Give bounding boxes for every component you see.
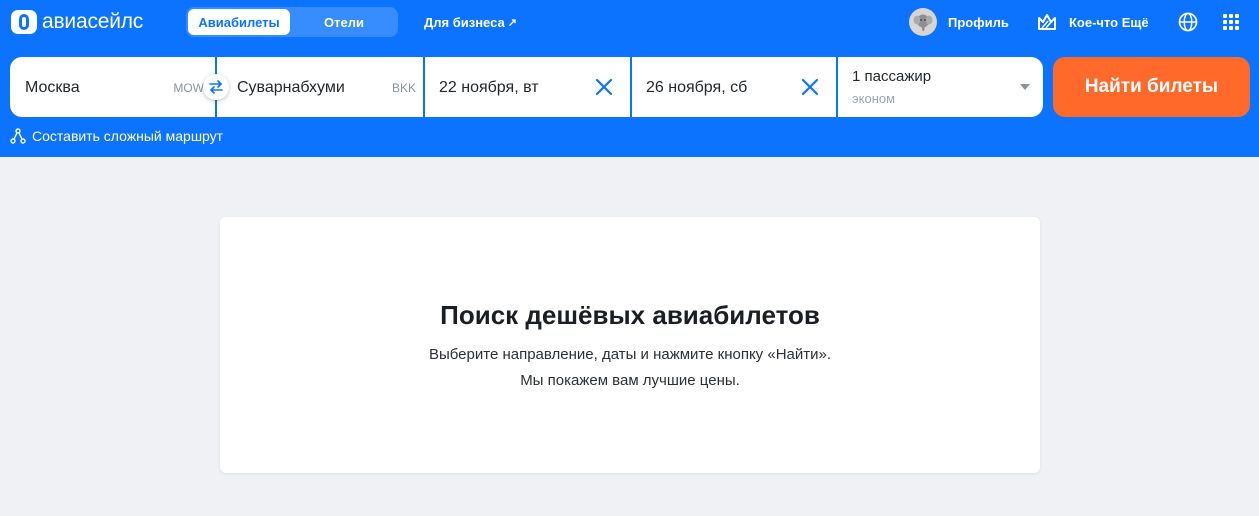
more-icon xyxy=(1038,14,1056,30)
apps-grid-icon[interactable] xyxy=(1223,14,1239,30)
complex-route-link[interactable]: Составить сложный маршрут xyxy=(10,127,223,145)
route-icon xyxy=(10,128,26,144)
globe-icon[interactable] xyxy=(1178,12,1198,32)
business-link[interactable]: Для бизнеса ↗ xyxy=(424,15,517,30)
description-line-2: Мы покажем вам лучшие цены. xyxy=(520,372,740,389)
tab-flights[interactable]: Авиабилеты xyxy=(188,9,290,35)
more-button[interactable]: Кое-что Ещё xyxy=(1037,11,1149,33)
complex-route-label: Составить сложный маршрут xyxy=(32,128,224,144)
search-form: Москва MOW Суварнабхуми BKK 22 ноября, в… xyxy=(10,57,1043,117)
cabin-class-value: эконом xyxy=(852,91,896,106)
logo-icon xyxy=(11,10,37,34)
depart-date-value: 22 ноября, вт xyxy=(439,79,539,96)
logo[interactable]: авиасейлс xyxy=(11,10,143,34)
page-title: Поиск дешёвых авиабилетов xyxy=(440,300,820,330)
chevron-down-icon[interactable] xyxy=(1020,84,1030,90)
search-button[interactable]: Найти билеты xyxy=(1053,57,1250,117)
destination-input[interactable]: Суварнабхуми xyxy=(237,79,345,97)
elephant-icon xyxy=(913,14,933,31)
description-line-1: Выберите направление, даты и нажмите кно… xyxy=(428,346,832,363)
arrow-up-right-icon: ↗ xyxy=(507,17,517,29)
empty-state-card: Поиск дешёвых авиабилетов Выберите напра… xyxy=(220,217,1040,473)
return-date-value: 26 ноября, сб xyxy=(646,79,748,96)
logo-text: авиасейлс xyxy=(42,10,144,33)
tab-hotels[interactable]: Отели xyxy=(292,9,396,35)
swap-icon xyxy=(209,80,223,94)
destination-code: BKK xyxy=(391,81,416,95)
header: авиасейлс Авиабилеты Отели Для бизнеса ↗… xyxy=(0,0,1259,157)
more-label: Кое-что Ещё xyxy=(1069,14,1149,30)
depart-date-field[interactable]: 22 ноября, вт xyxy=(425,57,630,117)
swap-button[interactable] xyxy=(203,74,229,100)
product-tabs: Авиабилеты Отели xyxy=(186,7,398,37)
return-date-field[interactable]: 26 ноября, сб xyxy=(632,57,836,117)
origin-field[interactable]: Москва MOW xyxy=(10,57,215,117)
avatar xyxy=(909,8,937,36)
profile-button[interactable]: Профиль xyxy=(909,8,1009,36)
business-link-label: Для бизнеса xyxy=(424,15,505,30)
clear-depart-icon[interactable] xyxy=(594,77,614,97)
passengers-field[interactable]: 1 пассажир эконом xyxy=(838,57,1043,117)
clear-return-icon[interactable] xyxy=(800,77,820,97)
destination-field[interactable]: Суварнабхуми BKK xyxy=(217,57,423,117)
origin-code: MOW xyxy=(173,81,204,95)
passengers-value: 1 пассажир xyxy=(852,68,932,85)
origin-input[interactable]: Москва xyxy=(25,79,80,97)
profile-label: Профиль xyxy=(948,14,1009,30)
